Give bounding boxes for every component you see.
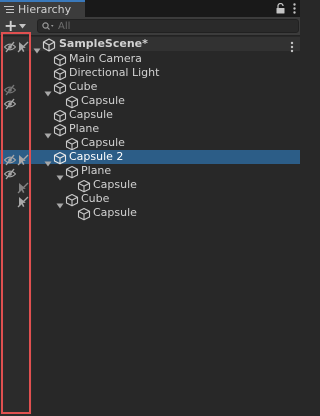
hierarchy-item-label: Capsule <box>81 136 125 149</box>
hierarchy-window: Hierarchy + All SampleScene* Main Camera… <box>0 0 300 416</box>
foldout-arrow-icon[interactable] <box>56 195 64 209</box>
gameobject-cube-icon <box>65 94 79 109</box>
hierarchy-item[interactable]: Plane <box>0 164 300 181</box>
picking-toggle-icon[interactable] <box>17 193 29 208</box>
create-button[interactable]: + <box>4 18 30 34</box>
gameobject-cube-icon <box>77 178 91 193</box>
hierarchy-item-label: Directional Light <box>69 66 160 79</box>
gameobject-cube-icon <box>53 52 67 67</box>
hierarchy-item[interactable]: Cube <box>0 192 300 209</box>
gameobject-cube-icon <box>53 66 67 81</box>
search-icon <box>42 21 54 30</box>
dropdown-arrow-icon <box>19 23 27 28</box>
foldout-arrow-icon[interactable] <box>56 167 64 181</box>
hierarchy-item-label: Plane <box>81 164 112 177</box>
plus-icon: + <box>4 16 18 35</box>
hierarchy-item[interactable]: Capsule <box>0 94 300 110</box>
tab-actions <box>276 1 296 16</box>
hierarchy-item-label: Capsule <box>93 178 137 191</box>
tab-hierarchy[interactable]: Hierarchy <box>0 0 85 17</box>
more-options-icon[interactable] <box>293 3 296 14</box>
hierarchy-item[interactable]: Directional Light <box>0 66 300 81</box>
hierarchy-item[interactable]: Capsule <box>0 206 300 221</box>
picking-toggle-icon[interactable] <box>17 151 29 166</box>
hierarchy-item[interactable]: Capsule <box>0 178 300 194</box>
foldout-arrow-icon[interactable] <box>44 125 52 139</box>
gameobject-cube-icon <box>77 206 91 221</box>
visibility-toggle-icon[interactable] <box>3 151 17 166</box>
gameobject-cube-icon <box>65 192 79 207</box>
search-input[interactable] <box>54 20 258 32</box>
lock-icon[interactable] <box>276 3 285 14</box>
gameobject-cube-icon <box>65 136 79 151</box>
foldout-arrow-icon[interactable] <box>44 153 52 167</box>
gameobject-cube-icon <box>53 108 67 123</box>
hierarchy-item[interactable]: Main Camera <box>0 52 300 67</box>
unity-scene-icon <box>42 37 56 52</box>
hierarchy-item-label: Capsule 2 <box>69 150 124 163</box>
scene-visibility-icon[interactable] <box>3 38 17 53</box>
hierarchy-item[interactable]: Capsule 2 <box>0 150 300 167</box>
hierarchy-item[interactable]: Cube <box>0 80 300 97</box>
hierarchy-item-label: Main Camera <box>69 52 142 65</box>
scene-row[interactable]: SampleScene* <box>0 37 300 54</box>
search-field[interactable] <box>37 19 299 33</box>
hierarchy-item[interactable]: Capsule <box>0 108 300 123</box>
tab-bar: Hierarchy <box>0 0 300 17</box>
hierarchy-item-label: Capsule <box>93 206 137 219</box>
scene-picking-icon[interactable] <box>17 38 29 53</box>
hierarchy-item-label: Cube <box>81 192 110 205</box>
gameobject-cube-icon <box>65 164 79 179</box>
hierarchy-item-label: Cube <box>69 80 98 93</box>
visibility-toggle-icon[interactable] <box>3 81 17 96</box>
visibility-toggle-icon[interactable] <box>3 95 17 110</box>
tab-title: Hierarchy <box>18 3 72 16</box>
foldout-arrow-icon[interactable] <box>44 83 52 97</box>
gameobject-cube-icon <box>53 122 67 137</box>
hierarchy-item-label: Capsule <box>69 108 113 121</box>
hierarchy-toolbar: + <box>0 17 300 36</box>
hierarchy-item[interactable]: Capsule <box>0 136 300 151</box>
scene-menu-icon[interactable] <box>290 38 294 53</box>
foldout-arrow-icon[interactable] <box>33 40 41 54</box>
hierarchy-list-icon <box>4 5 14 14</box>
gameobject-cube-icon <box>53 150 67 165</box>
hierarchy-item[interactable]: Plane <box>0 122 300 139</box>
picking-toggle-icon[interactable] <box>17 179 29 194</box>
hierarchy-item-label: Capsule <box>81 94 125 107</box>
hierarchy-item-label: Plane <box>69 122 100 135</box>
scene-name: SampleScene* <box>59 37 148 50</box>
gameobject-cube-icon <box>53 80 67 95</box>
visibility-toggle-icon[interactable] <box>3 165 17 180</box>
